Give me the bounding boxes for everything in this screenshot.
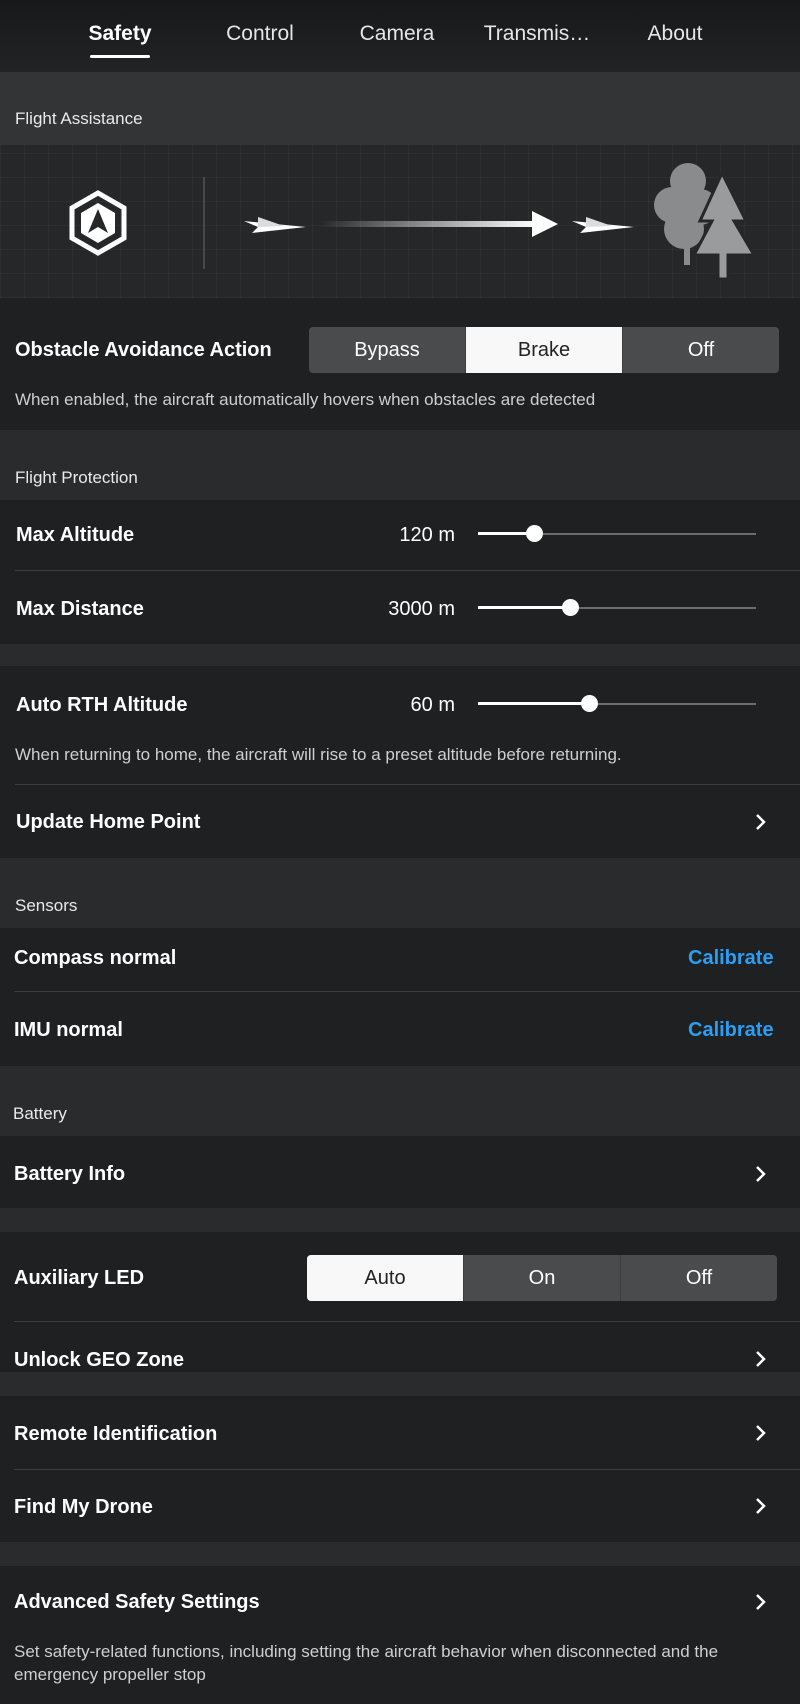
auto-rth-altitude-slider[interactable] [478, 694, 756, 714]
obstacle-illustration-graphic [69, 163, 757, 281]
max-distance-value: 3000 m [388, 598, 455, 620]
remote-identification-label[interactable]: Remote Identification [14, 1423, 217, 1446]
obstacle-option-bypass[interactable]: Bypass [309, 327, 466, 373]
aircraft-stopped-icon [572, 217, 634, 233]
imu-status-label: IMU normal [14, 1019, 123, 1041]
max-distance-label: Max Distance [16, 598, 144, 620]
battery-info-label[interactable]: Battery Info [14, 1163, 125, 1186]
chevron-right-icon[interactable] [750, 1496, 770, 1516]
tab-camera[interactable]: Camera [355, 18, 439, 54]
tab-transmission[interactable]: Transmis… [482, 18, 592, 54]
chevron-right-icon[interactable] [750, 1592, 770, 1612]
aux-led-option-on[interactable]: On [464, 1255, 621, 1301]
tab-control[interactable]: Control [220, 18, 300, 54]
section-gap [0, 644, 800, 666]
safety-settings-page: Safety Control Camera Transmis… About Fl… [0, 0, 800, 1704]
chevron-right-icon[interactable] [750, 1164, 770, 1184]
brake-mode-icon [69, 190, 127, 256]
section-gap [0, 1372, 800, 1396]
sensors-header [0, 858, 800, 928]
battery-header [0, 1066, 800, 1136]
flight-assistance-title: Flight Assistance [15, 109, 143, 128]
direction-arrow [320, 221, 536, 227]
imu-calibrate-button[interactable]: Calibrate [688, 1019, 774, 1042]
tab-safety[interactable]: Safety [88, 18, 152, 58]
auto-rth-altitude-label: Auto RTH Altitude [16, 694, 188, 716]
advanced-safety-label[interactable]: Advanced Safety Settings [14, 1591, 260, 1614]
auto-rth-altitude-slider-knob[interactable] [581, 695, 599, 712]
chevron-right-icon[interactable] [750, 812, 770, 832]
max-distance-slider[interactable] [478, 598, 756, 618]
divider [14, 1321, 800, 1322]
obstacle-option-brake[interactable]: Brake [466, 327, 623, 373]
tab-bar: Safety Control Camera Transmis… About [0, 0, 800, 72]
compass-calibrate-button[interactable]: Calibrate [688, 947, 774, 970]
max-distance-slider-knob[interactable] [561, 599, 579, 616]
section-gap [0, 1542, 800, 1566]
obstacle-illustration [0, 145, 800, 298]
section-gap [0, 1208, 800, 1232]
tab-about[interactable]: About [640, 18, 710, 54]
chevron-right-icon[interactable] [750, 1423, 770, 1443]
aux-led-option-off[interactable]: Off [621, 1255, 777, 1301]
max-altitude-slider-knob[interactable] [525, 525, 543, 542]
tree-obstacle-icon [654, 163, 757, 281]
divider [14, 1469, 800, 1470]
obstacle-avoidance-selector[interactable]: Bypass Brake Off [309, 327, 779, 373]
sensors-title: Sensors [15, 896, 78, 915]
battery-title: Battery [13, 1104, 67, 1123]
update-home-point-label[interactable]: Update Home Point [16, 811, 200, 834]
aircraft-icon [244, 217, 306, 233]
obstacle-avoidance-label: Obstacle Avoidance Action [15, 339, 272, 361]
obstacle-avoidance-description: When enabled, the aircraft automatically… [15, 390, 596, 409]
divider [14, 991, 800, 992]
advanced-safety-description: Set safety-related functions, including … [14, 1642, 719, 1684]
chevron-right-icon[interactable] [750, 1349, 770, 1369]
flight-protection-group [0, 500, 800, 644]
aux-led-option-auto[interactable]: Auto [307, 1255, 464, 1301]
auto-rth-description: When returning to home, the aircraft wil… [15, 745, 622, 764]
max-altitude-value: 120 m [399, 524, 455, 546]
auxiliary-led-selector[interactable]: Auto On Off [307, 1255, 777, 1301]
auto-rth-altitude-value: 60 m [410, 694, 455, 716]
divider [15, 784, 800, 785]
auxiliary-led-label: Auxiliary LED [14, 1267, 145, 1289]
divider [15, 570, 800, 571]
obstacle-option-off[interactable]: Off [623, 327, 779, 373]
compass-status-label: Compass normal [14, 947, 177, 969]
max-altitude-label: Max Altitude [16, 524, 135, 546]
max-altitude-slider[interactable] [478, 524, 756, 544]
unlock-geo-zone-label[interactable]: Unlock GEO Zone [14, 1349, 184, 1372]
find-my-drone-label[interactable]: Find My Drone [14, 1496, 153, 1519]
flight-protection-title: Flight Protection [15, 468, 138, 487]
flight-protection-header [0, 430, 800, 500]
